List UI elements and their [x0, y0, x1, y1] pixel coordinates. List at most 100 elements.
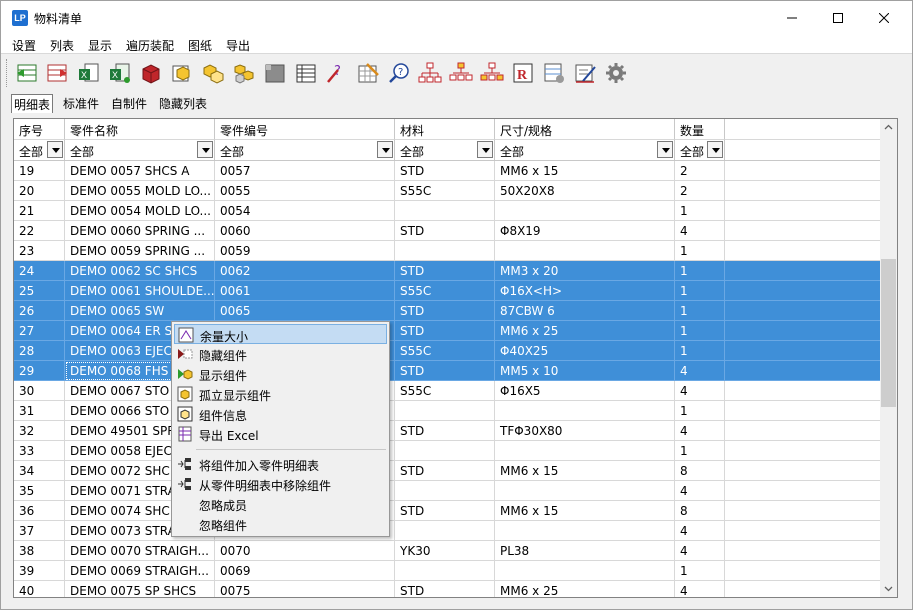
context-menu-item[interactable]: 忽略成员 [174, 494, 387, 514]
table-row[interactable]: 33 DEMO 0058 EJEC 1 [14, 441, 880, 461]
table-row[interactable]: 26 DEMO 0065 SW 0065 STD 87CBW 61 [14, 301, 880, 321]
filter-size[interactable]: 全部 [495, 140, 675, 161]
cell-code[interactable]: 0055 [215, 181, 395, 201]
cell-code[interactable]: 0069 [215, 561, 395, 581]
context-menu-item[interactable]: 余量大小 [174, 324, 387, 344]
cell-qty[interactable]: 4 [675, 481, 725, 501]
tab-standard-parts[interactable]: 标准件 [61, 94, 101, 113]
cell-name[interactable]: DEMO 0065 SW [65, 301, 215, 321]
cell-material[interactable]: S55C [395, 381, 495, 401]
column-header-name[interactable]: 零件名称 [65, 119, 215, 140]
cell-code[interactable]: 0070 [215, 541, 395, 561]
cell-no[interactable]: 32 [14, 421, 65, 441]
cell-size[interactable] [495, 561, 675, 581]
chevron-down-icon[interactable] [377, 141, 393, 158]
cell-material[interactable] [395, 241, 495, 261]
cell-material[interactable]: STD [395, 321, 495, 341]
cell-name[interactable]: DEMO 0069 STRAIGH... [65, 561, 215, 581]
cell-qty[interactable]: 1 [675, 201, 725, 221]
cell-material[interactable]: STD [395, 421, 495, 441]
cell-size[interactable]: Φ40X25 [495, 341, 675, 361]
cell-material[interactable]: STD [395, 161, 495, 181]
cell-qty[interactable]: 8 [675, 461, 725, 481]
cell-qty[interactable]: 1 [675, 441, 725, 461]
chevron-down-icon[interactable] [477, 141, 493, 158]
grid-pen-icon[interactable] [356, 61, 380, 85]
cell-no[interactable]: 39 [14, 561, 65, 581]
cell-name[interactable]: DEMO 0070 STRAIGH... [65, 541, 215, 561]
cell-no[interactable]: 25 [14, 281, 65, 301]
cell-size[interactable]: MM5 x 10 [495, 361, 675, 381]
cell-code[interactable]: 0054 [215, 201, 395, 221]
context-menu-item[interactable]: 隐藏组件 [174, 344, 387, 364]
table-row[interactable]: 35 DEMO 0071 STRA 4 [14, 481, 880, 501]
filter-name[interactable]: 全部 [65, 140, 215, 161]
chevron-down-icon[interactable] [197, 141, 213, 158]
cell-size[interactable]: PL38 [495, 541, 675, 561]
cell-material[interactable] [395, 441, 495, 461]
cell-no[interactable]: 19 [14, 161, 65, 181]
context-menu-item[interactable]: 导出 Excel [174, 424, 387, 444]
cell-no[interactable]: 40 [14, 581, 65, 597]
cell-size[interactable] [495, 441, 675, 461]
context-menu-item[interactable]: 从零件明细表中移除组件 [174, 474, 387, 494]
table-row[interactable]: 25 DEMO 0061 SHOULDE... 0061 S55C Φ16X<H> 1 [14, 281, 880, 301]
filter-qty[interactable]: 全部 [675, 140, 725, 161]
cell-qty[interactable]: 1 [675, 561, 725, 581]
cell-qty[interactable]: 1 [675, 241, 725, 261]
cell-qty[interactable]: 4 [675, 521, 725, 541]
cell-name[interactable]: DEMO 0057 SHCS A [65, 161, 215, 181]
cell-size[interactable] [495, 201, 675, 221]
menu-display[interactable]: 显示 [88, 37, 112, 54]
cell-material[interactable] [395, 201, 495, 221]
cell-no[interactable]: 22 [14, 221, 65, 241]
context-menu-item[interactable]: 组件信息 [174, 404, 387, 424]
part-icon[interactable] [170, 61, 194, 85]
cell-material[interactable]: YK30 [395, 541, 495, 561]
cell-name[interactable]: DEMO 0062 SC SHCS [65, 261, 215, 281]
table-row[interactable]: 21 DEMO 0054 MOLD LO... 0054 1 [14, 201, 880, 221]
column-header-qty[interactable]: 数量 [675, 119, 725, 140]
context-menu-item[interactable]: 忽略组件 [174, 514, 387, 534]
cell-material[interactable]: STD [395, 221, 495, 241]
cell-material[interactable]: STD [395, 261, 495, 281]
toolbar-grip[interactable] [6, 59, 9, 87]
cell-size[interactable] [495, 521, 675, 541]
cell-qty[interactable]: 1 [675, 281, 725, 301]
cell-name[interactable]: DEMO 0055 MOLD LO... [65, 181, 215, 201]
table-row[interactable]: 36 DEMO 0074 SHC STD MM6 x 15 8 [14, 501, 880, 521]
cell-no[interactable]: 27 [14, 321, 65, 341]
cell-qty[interactable]: 4 [675, 541, 725, 561]
cell-material[interactable]: STD [395, 501, 495, 521]
menu-settings[interactable]: 设置 [12, 37, 36, 54]
report-icon[interactable]: R [511, 61, 535, 85]
cell-size[interactable]: MM6 x 15 [495, 501, 675, 521]
cell-no[interactable]: 35 [14, 481, 65, 501]
assembly-icon[interactable] [232, 61, 256, 85]
collapse-rows-icon[interactable] [45, 61, 69, 85]
context-menu-item[interactable]: 孤立显示组件 [174, 384, 387, 404]
cell-no[interactable]: 28 [14, 341, 65, 361]
cell-material[interactable]: S55C [395, 341, 495, 361]
table-row[interactable]: 31 DEMO 0066 STO 1 [14, 401, 880, 421]
cell-code[interactable]: 0065 [215, 301, 395, 321]
cell-size[interactable]: Φ16X5 [495, 381, 675, 401]
cell-no[interactable]: 20 [14, 181, 65, 201]
cell-code[interactable]: 0062 [215, 261, 395, 281]
cell-code[interactable]: 0061 [215, 281, 395, 301]
chevron-down-icon[interactable] [657, 141, 673, 158]
tree-icon[interactable] [418, 61, 442, 85]
table-row[interactable]: 28 DEMO 0063 EJEC S55C Φ40X25 1 [14, 341, 880, 361]
scroll-up-icon[interactable] [880, 119, 897, 136]
cell-material[interactable]: STD [395, 581, 495, 597]
cell-no[interactable]: 26 [14, 301, 65, 321]
cell-size[interactable]: TFΦ30X80 [495, 421, 675, 441]
cell-qty[interactable]: 1 [675, 301, 725, 321]
cell-no[interactable]: 33 [14, 441, 65, 461]
cell-qty[interactable]: 4 [675, 221, 725, 241]
cell-size[interactable] [495, 481, 675, 501]
cell-material[interactable] [395, 521, 495, 541]
minimize-button[interactable] [769, 1, 815, 34]
tab-detail-list[interactable]: 明细表 [11, 94, 54, 113]
column-header-material[interactable]: 材料 [395, 119, 495, 140]
